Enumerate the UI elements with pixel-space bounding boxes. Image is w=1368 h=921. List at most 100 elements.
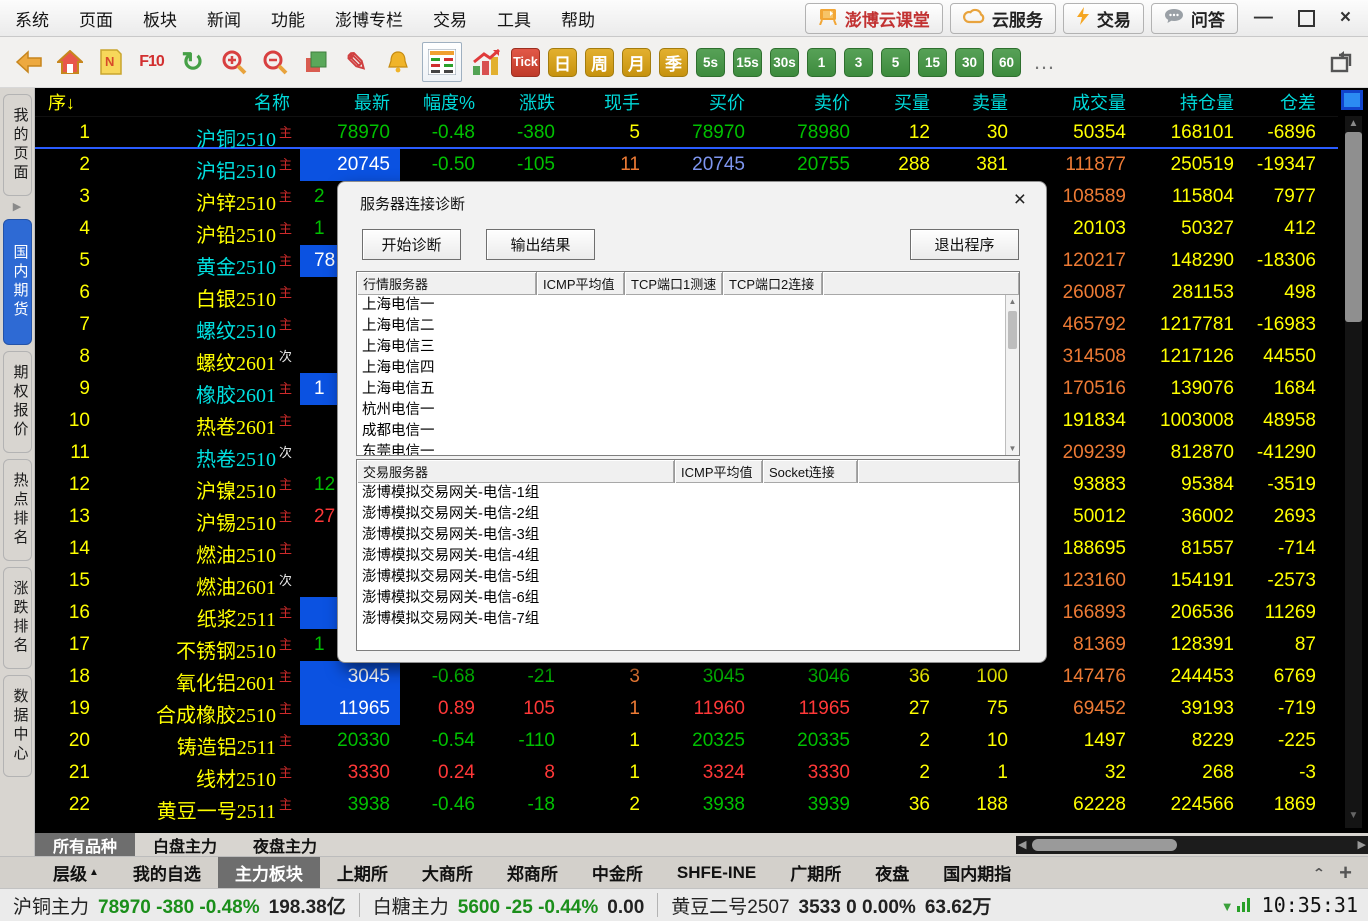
column-header[interactable]: 卖量 (940, 89, 1018, 115)
table-row[interactable]: 19合成橡胶2510主119650.8910511196011965277569… (35, 693, 1338, 725)
scroll-left-arrow-icon[interactable]: ◀ (1018, 836, 1026, 854)
list-scroll-up-icon[interactable]: ▲ (1006, 297, 1019, 306)
nav-item[interactable]: SHFE-INE (660, 857, 773, 889)
period-button[interactable]: 30 (955, 48, 984, 77)
collapse-chevron-icon[interactable]: ⌃ (1313, 865, 1326, 879)
period-button[interactable]: 30s (770, 48, 799, 77)
scroll-down-arrow-icon[interactable]: ▼ (1345, 810, 1362, 821)
quote-server-item[interactable]: 上海电信一 (357, 295, 1019, 316)
menu-item[interactable]: 系统 (0, 6, 64, 31)
quote-server-item[interactable]: 上海电信三 (357, 337, 1019, 358)
nav-item[interactable]: 上期所 (320, 857, 405, 889)
table-row[interactable]: 22黄豆一号2511主3938-0.46-1823938393936188622… (35, 789, 1338, 821)
column-header[interactable]: 仓差 (1244, 89, 1338, 115)
back-arrow-icon[interactable] (12, 45, 45, 79)
list-scroll-down-icon[interactable]: ▼ (1006, 444, 1019, 453)
dialog-close-icon[interactable]: × (1014, 188, 1026, 212)
cloud-classroom-button[interactable]: 澎博云课堂 (805, 3, 943, 34)
menu-item[interactable]: 功能 (256, 6, 320, 31)
trend-chart-icon[interactable] (470, 45, 503, 79)
sidebar-expand-icon[interactable]: ▶ (13, 200, 21, 213)
vertical-scroll-thumb[interactable] (1345, 132, 1362, 322)
trade-server-item[interactable]: 澎博模拟交易网关-电信-6组 (357, 588, 1019, 609)
sidebar-item[interactable]: 热点排名 (3, 459, 32, 561)
nav-item[interactable]: 夜盘 (858, 857, 926, 889)
trade-server-item[interactable]: 澎博模拟交易网关-电信-7组 (357, 609, 1019, 630)
close-button[interactable]: × (1331, 7, 1360, 29)
nav-item[interactable]: 我的自选 (116, 857, 218, 889)
quote-server-item[interactable]: 东莞电信一 (357, 442, 1019, 456)
list-column-header[interactable]: Socket连接 (763, 460, 858, 483)
exit-program-button[interactable]: 退出程序 (910, 229, 1019, 260)
trade-server-item[interactable]: 澎博模拟交易网关-电信-2组 (357, 504, 1019, 525)
list-scroll-thumb[interactable] (1008, 311, 1017, 349)
sidebar-item[interactable]: 国内期货 (3, 219, 32, 345)
start-diagnosis-button[interactable]: 开始诊断 (362, 229, 461, 260)
bottom-tab[interactable]: 所有品种 (35, 833, 135, 856)
trade-server-item[interactable]: 澎博模拟交易网关-电信-4组 (357, 546, 1019, 567)
period-button[interactable]: 60 (992, 48, 1021, 77)
scroll-right-arrow-icon[interactable]: ▶ (1358, 836, 1366, 854)
sidebar-item[interactable]: 数据中心 (3, 675, 32, 777)
column-header[interactable]: 持仓量 (1136, 89, 1244, 115)
period-button[interactable]: 15 (918, 48, 947, 77)
quote-server-item[interactable]: 上海电信五 (357, 379, 1019, 400)
zoom-out-icon[interactable] (258, 45, 291, 79)
table-row[interactable]: 21线材2510主33300.2481332433302132268-3 (35, 757, 1338, 789)
list-column-header[interactable]: TCP端口1测速 (625, 272, 723, 295)
table-row[interactable]: 1沪铜2510主78970-0.48-380578970789801230503… (35, 117, 1338, 149)
news-icon[interactable]: N (94, 45, 127, 79)
minimize-button[interactable]: — (1245, 7, 1282, 29)
nav-item[interactable]: 郑商所 (490, 857, 575, 889)
column-header[interactable]: 卖价 (755, 89, 860, 115)
period-button[interactable]: 1 (807, 48, 836, 77)
table-row[interactable]: 2沪铝2510主20745-0.50-105112074520755288381… (35, 149, 1338, 181)
tick-period-button[interactable]: Tick (511, 48, 540, 77)
column-header[interactable]: 幅度% (400, 89, 485, 115)
list-column-header[interactable]: ICMP平均值 (537, 272, 625, 295)
column-header[interactable]: 涨跌 (485, 89, 565, 115)
period-button[interactable]: 季 (659, 48, 688, 77)
quote-server-item[interactable]: 上海电信二 (357, 316, 1019, 337)
nav-item[interactable]: 国内期指 (926, 857, 1028, 889)
nav-item[interactable]: 广期所 (773, 857, 858, 889)
add-tab-icon[interactable]: + (1339, 860, 1352, 886)
period-button[interactable]: 周 (585, 48, 614, 77)
table-row[interactable]: 18氧化铝2601主3045-0.68-21330453046361001474… (35, 661, 1338, 693)
nav-item[interactable]: 主力板块 (218, 857, 320, 889)
trade-server-item[interactable]: 澎博模拟交易网关-电信-5组 (357, 567, 1019, 588)
bottom-tab[interactable]: 夜盘主力 (235, 833, 335, 856)
pencil-icon[interactable]: ✎ (340, 45, 373, 79)
period-button[interactable]: 15s (733, 48, 762, 77)
sidebar-item[interactable]: 我的页面 (3, 94, 32, 196)
bottom-tab[interactable]: 白盘主力 (135, 833, 235, 856)
nav-item[interactable]: 中金所 (575, 857, 660, 889)
column-header[interactable]: 最新 (300, 89, 400, 115)
sidebar-item[interactable]: 期权报价 (3, 351, 32, 453)
menu-item[interactable]: 澎博专栏 (320, 6, 418, 31)
zoom-in-icon[interactable] (217, 45, 250, 79)
table-row[interactable]: 20铸造铝2511主20330-0.54-1101203252033521014… (35, 725, 1338, 757)
trade-server-item[interactable]: 澎博模拟交易网关-电信-3组 (357, 525, 1019, 546)
quote-table-icon[interactable] (422, 42, 462, 82)
column-header[interactable]: 买价 (650, 89, 755, 115)
quote-list-scrollbar[interactable]: ▲ ▼ (1005, 295, 1019, 455)
menu-item[interactable]: 板块 (128, 6, 192, 31)
menu-item[interactable]: 新闻 (192, 6, 256, 31)
output-result-button[interactable]: 输出结果 (486, 229, 595, 260)
nav-item[interactable]: 大商所 (405, 857, 490, 889)
list-column-header[interactable]: 交易服务器 (357, 460, 675, 483)
bell-icon[interactable] (381, 45, 414, 79)
list-column-header[interactable]: 行情服务器 (357, 272, 537, 295)
scroll-top-button[interactable] (1341, 90, 1363, 110)
column-header[interactable]: 现手 (565, 89, 650, 115)
column-header[interactable]: 序↓ (35, 89, 100, 115)
nav-item[interactable]: 层级▲ (36, 857, 116, 889)
f10-icon[interactable]: F10 (135, 45, 168, 79)
refresh-icon[interactable]: ↻ (176, 45, 209, 79)
menu-item[interactable]: 交易 (418, 6, 482, 31)
quote-server-item[interactable]: 成都电信一 (357, 421, 1019, 442)
quote-server-item[interactable]: 上海电信四 (357, 358, 1019, 379)
menu-item[interactable]: 页面 (64, 6, 128, 31)
column-header[interactable]: 名称 (100, 89, 300, 115)
